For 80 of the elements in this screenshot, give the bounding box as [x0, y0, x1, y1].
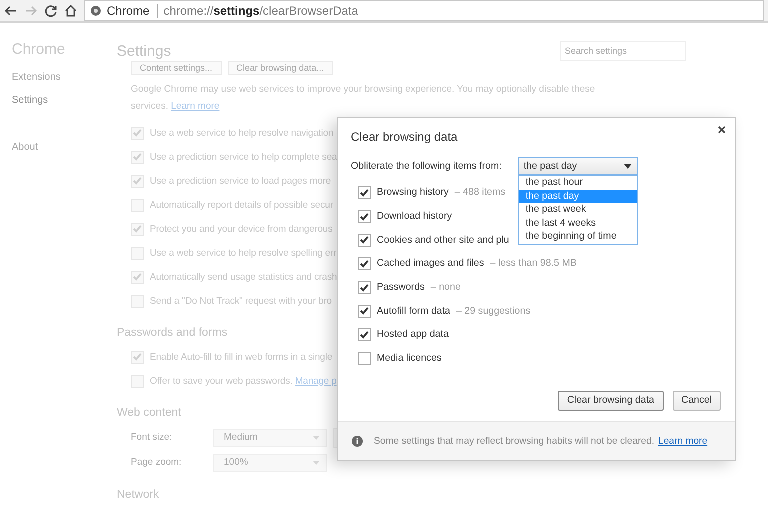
checkmark-icon	[133, 177, 142, 185]
option-label: Protect you and your device from dangerous	[150, 224, 333, 234]
checkmark-icon	[360, 330, 369, 339]
time-range-dropdown[interactable]: the past day	[518, 157, 638, 175]
option-label: Use a prediction service to help complete sea	[150, 152, 338, 162]
search-field[interactable]: Search settings	[560, 41, 686, 61]
checkmark-icon	[133, 273, 142, 281]
item-label: Cached images and files	[377, 258, 484, 270]
caret-icon	[313, 436, 320, 440]
section-title: Web content	[117, 407, 182, 419]
section-title: Passwords and forms	[117, 327, 228, 339]
item-label: Passwords	[377, 282, 425, 294]
option-label: Send a "Do Not Track" request with your bro	[150, 296, 332, 306]
checkmark-icon	[360, 284, 369, 292]
back-icon[interactable]	[4, 4, 18, 18]
caret-icon	[313, 460, 320, 464]
footer-note: Some settings that may reflect browsing habits will not be cleared. Learn more	[374, 436, 708, 446]
close-icon[interactable]	[718, 126, 726, 134]
address-bar[interactable]: Chrome chrome://settings/clearBrowserData	[84, 0, 764, 21]
checkbox[interactable]	[358, 304, 371, 318]
option-label: Enable Auto-fill to fill in web forms in a single	[150, 352, 333, 362]
item-detail: – none	[430, 282, 461, 294]
section-title: Network	[117, 489, 160, 501]
item-label: Media licences	[377, 353, 442, 364]
page-title: Settings	[117, 42, 172, 60]
setting-label: Page zoom:	[131, 457, 183, 468]
settings-button[interactable]: Content settings...	[131, 61, 222, 75]
item-label: Cookies and other site and plu	[377, 234, 510, 246]
checkbox[interactable]	[358, 186, 371, 200]
sidebar-item[interactable]: Extensions	[12, 72, 117, 83]
checkmark-icon	[360, 212, 369, 221]
item-detail: – 29 suggestions	[456, 306, 531, 317]
checkmark-icon	[360, 260, 369, 268]
cancel-button[interactable]: Cancel	[672, 390, 721, 410]
item-detail: – less than 98.5 MB	[490, 258, 577, 270]
checkmark-icon	[360, 236, 369, 244]
option-label: Use a prediction service to load pages more	[150, 176, 332, 186]
url-text: chrome://settings/clearBrowserData	[164, 4, 358, 18]
reload-icon[interactable]	[44, 4, 58, 18]
checkmark-icon	[133, 353, 142, 361]
caret-icon	[624, 164, 632, 168]
site-label: Chrome	[107, 4, 158, 18]
link[interactable]: Manage p	[295, 376, 337, 386]
intro-paragraph: Google Chrome may use web services to improve your browsing experience. You may optionally disable these services. Learn more	[131, 83, 596, 114]
forward-icon[interactable]	[24, 4, 38, 18]
checkbox[interactable]	[358, 281, 371, 294]
item-label: Browsing history	[377, 187, 449, 198]
checkmark-icon	[133, 225, 142, 233]
checkmark-icon	[360, 307, 369, 316]
dropdown[interactable]: Medium	[213, 428, 327, 446]
option-label: Automatically send usage statistics and crash	[150, 272, 338, 282]
checkbox[interactable]	[358, 234, 371, 247]
checkmark-icon	[133, 153, 142, 161]
option-label: Offer to save your web passwords. Manage p	[150, 376, 337, 386]
clear-data-button[interactable]: Clear browsing data	[558, 390, 664, 410]
dropdown[interactable]: 100%	[213, 454, 327, 472]
sidebar-item[interactable]: About	[12, 142, 117, 153]
home-icon[interactable]	[64, 4, 78, 18]
checkmark-icon	[360, 188, 369, 197]
item-label: Download history	[377, 211, 452, 222]
checkmark-icon	[133, 129, 142, 137]
sidebar-item[interactable]: Settings	[12, 95, 117, 106]
setting-label: Font size:	[131, 432, 174, 443]
learn-more-link[interactable]: Learn more	[658, 436, 708, 446]
item-label: Autofill form data	[377, 306, 451, 317]
item-label: Hosted app data	[377, 329, 449, 340]
option-label: Automatically report details of possible secur	[150, 200, 334, 210]
checkbox[interactable]	[358, 210, 371, 224]
checkbox[interactable]	[358, 352, 371, 366]
checkbox[interactable]	[358, 257, 371, 270]
learn-more-link[interactable]: Learn more	[171, 101, 220, 112]
item-detail: – 488 items	[454, 187, 506, 198]
dialog-title: Clear browsing data	[350, 129, 458, 146]
settings-button[interactable]: Clear browsing data...	[228, 61, 334, 75]
info-icon	[352, 436, 363, 446]
dropdown-option[interactable]: the past day	[518, 190, 637, 203]
option-label: Use a web service to help resolve navigation	[150, 128, 334, 138]
checkbox[interactable]	[358, 328, 371, 342]
range-label: Obliterate the following items from:	[351, 160, 502, 172]
browser-logo-icon	[91, 6, 101, 16]
